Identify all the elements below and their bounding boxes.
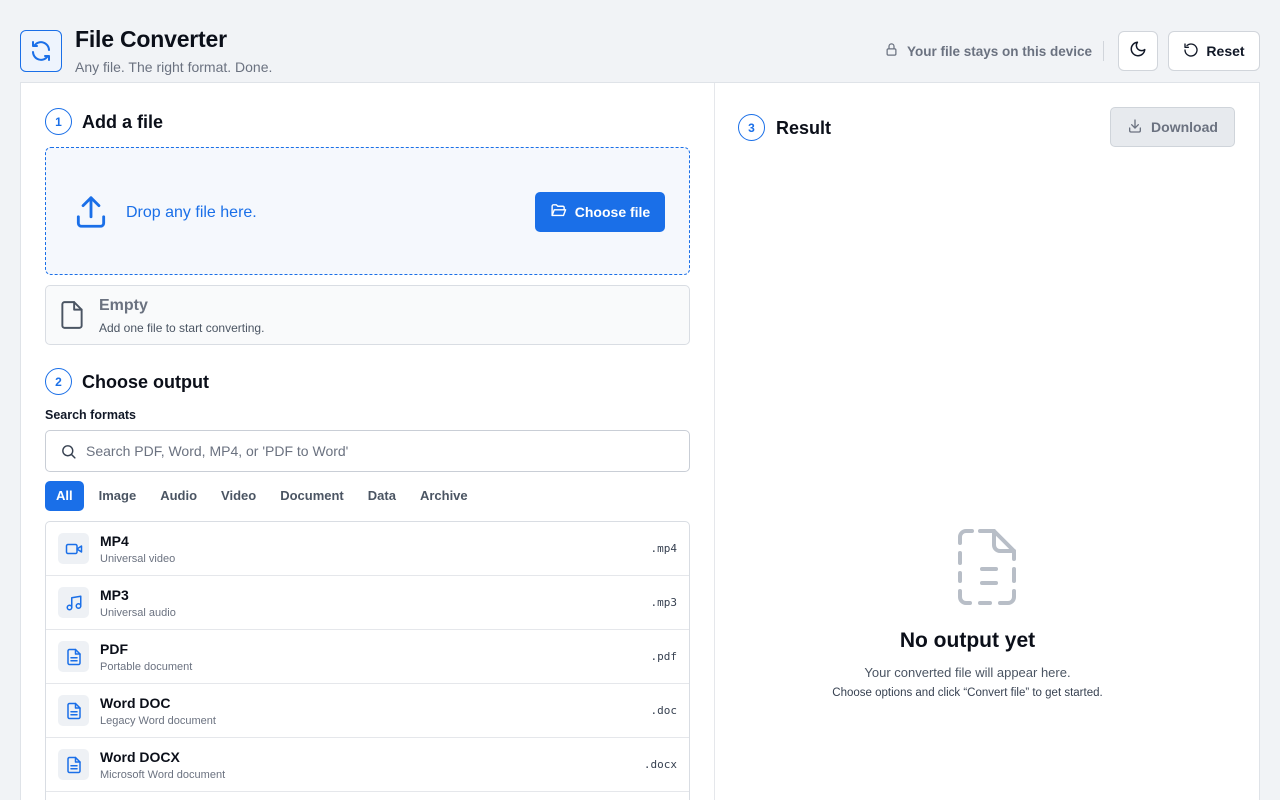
step-2-badge: 2	[45, 368, 72, 395]
format-description: Universal video	[100, 553, 176, 565]
empty-subtitle: Add one file to start converting.	[99, 321, 265, 335]
format-name: Word DOCX	[100, 749, 180, 765]
choose-file-button[interactable]: Choose file	[535, 192, 665, 232]
format-name: MP3	[100, 587, 129, 603]
tab-archive[interactable]: Archive	[408, 481, 480, 511]
format-description: Universal audio	[100, 607, 176, 619]
format-description: Legacy Word document	[100, 715, 216, 727]
search-formats-label: Search formats	[45, 408, 137, 422]
header-divider	[1103, 41, 1104, 61]
format-row-pdf[interactable]: PDF Portable document .pdf	[46, 630, 689, 684]
format-description: Microsoft Word document	[100, 769, 226, 781]
theme-toggle-button[interactable]	[1118, 31, 1158, 71]
no-output-subtitle: Your converted file will appear here.	[864, 665, 1071, 680]
rotate-ccw-icon	[1183, 42, 1199, 61]
document-icon	[58, 695, 89, 726]
format-extension: .docx	[643, 758, 677, 771]
document-icon	[58, 641, 89, 672]
download-icon	[1127, 118, 1143, 137]
step-3-badge: 3	[738, 114, 765, 141]
format-name: Word DOC	[100, 695, 171, 711]
step-3-title: Result	[776, 118, 832, 138]
file-dropzone[interactable]: Drop any file here. Choose file	[45, 147, 690, 275]
category-tabs: All Image Audio Video Document Data Arch…	[45, 481, 480, 511]
download-button[interactable]: Download	[1110, 107, 1235, 147]
tab-document[interactable]: Document	[268, 481, 356, 511]
no-output-title: No output yet	[899, 629, 1036, 652]
folder-open-icon	[550, 202, 567, 222]
video-icon	[58, 533, 89, 564]
document-icon	[58, 749, 89, 780]
upload-icon	[72, 193, 110, 236]
reset-button[interactable]: Reset	[1168, 31, 1260, 71]
format-extension: .pdf	[650, 650, 678, 663]
format-extension: .mp3	[650, 596, 678, 609]
format-row-doc[interactable]: Word DOC Legacy Word document .doc	[46, 684, 689, 738]
download-label: Download	[1151, 119, 1218, 135]
music-icon	[58, 587, 89, 618]
tab-data[interactable]: Data	[356, 481, 408, 511]
empty-title: Empty	[99, 297, 148, 314]
no-output-hint: Choose options and click “Convert file” …	[832, 687, 1103, 699]
format-description: Portable document	[100, 661, 193, 673]
format-extension: .mp4	[650, 542, 678, 555]
format-row-mp4[interactable]: MP4 Universal video .mp4	[46, 522, 689, 576]
file-icon	[59, 300, 85, 335]
step-1-title: Add a file	[82, 112, 164, 132]
moon-icon	[1129, 40, 1147, 63]
step-1-badge: 1	[45, 108, 72, 135]
tab-video[interactable]: Video	[209, 481, 268, 511]
app-subtitle: Any file. The right format. Done.	[75, 59, 273, 75]
refresh-logo-icon	[20, 30, 62, 72]
reset-label: Reset	[1206, 43, 1245, 59]
format-name: MP4	[100, 533, 129, 549]
tab-all[interactable]: All	[45, 481, 84, 511]
format-row-docx[interactable]: Word DOCX Microsoft Word document .docx	[46, 738, 689, 792]
format-name: PDF	[100, 641, 128, 657]
lock-icon	[884, 42, 899, 60]
app-title: File Converter	[75, 26, 227, 52]
format-row-mp3[interactable]: MP3 Universal audio .mp3	[46, 576, 689, 630]
file-placeholder-icon	[956, 529, 1018, 610]
search-input[interactable]	[86, 431, 676, 471]
search-icon	[60, 443, 77, 465]
tab-image[interactable]: Image	[87, 481, 149, 511]
drop-text: Drop any file here.	[126, 204, 257, 221]
format-list: MP4 Universal video .mp4 MP3 Universal a…	[45, 521, 690, 800]
choose-file-label: Choose file	[574, 204, 651, 220]
search-box	[45, 430, 690, 472]
privacy-notice: Your file stays on this device	[884, 42, 1092, 60]
app-header: File Converter Any file. The right forma…	[20, 20, 1260, 82]
empty-file-state: Empty Add one file to start converting.	[45, 285, 690, 345]
format-extension: .doc	[650, 704, 678, 717]
privacy-text: Your file stays on this device	[907, 43, 1093, 59]
step-2-title: Choose output	[82, 372, 209, 392]
tab-audio[interactable]: Audio	[148, 481, 209, 511]
main-card: 1 Add a file Drop any file here. Choose …	[20, 82, 1260, 800]
